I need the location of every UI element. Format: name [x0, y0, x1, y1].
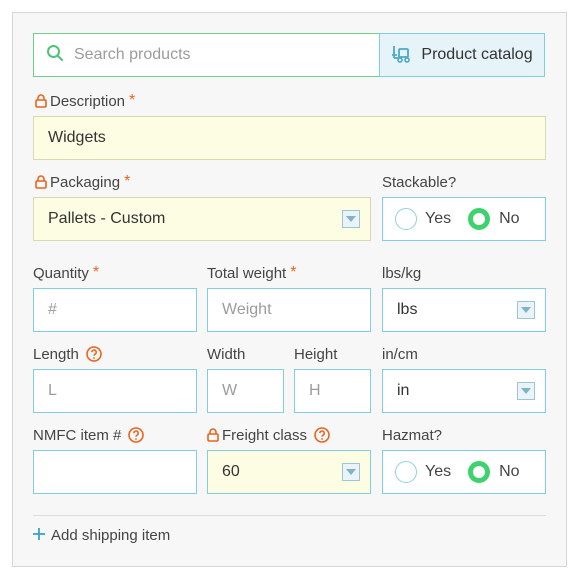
- freight-class-value: 60: [222, 463, 240, 480]
- plus-icon: [33, 527, 45, 544]
- stackable-no-label: No: [499, 210, 520, 227]
- search-products-field[interactable]: Search products: [33, 33, 380, 77]
- required-marker: *: [290, 264, 297, 281]
- height-field[interactable]: H: [294, 369, 371, 413]
- freight-class-select[interactable]: 60: [207, 450, 371, 494]
- height-input[interactable]: H: [309, 382, 321, 400]
- product-catalog-label: Product catalog: [421, 46, 533, 63]
- description-value: Widgets: [48, 129, 106, 146]
- quantity-field[interactable]: #: [33, 288, 197, 332]
- dim-unit-value: in: [397, 382, 410, 399]
- hazmat-radio-group: Yes No: [382, 450, 546, 494]
- add-shipping-item-button[interactable]: Add shipping item: [33, 527, 170, 544]
- description-field[interactable]: Widgets: [33, 116, 546, 160]
- hazmat-label: Hazmat?: [382, 426, 443, 444]
- chevron-down-icon: [517, 301, 535, 319]
- chevron-down-icon: [342, 210, 360, 228]
- freight-class-label: Freight class: [207, 426, 330, 444]
- help-icon[interactable]: [128, 427, 145, 443]
- help-icon[interactable]: [314, 427, 330, 443]
- search-input[interactable]: Search products: [74, 46, 191, 64]
- required-marker: *: [92, 264, 100, 281]
- shipping-item-panel: Search products Product catalog Descript…: [12, 12, 567, 567]
- length-label: Length: [33, 345, 102, 363]
- weight-unit-select[interactable]: lbs: [382, 288, 546, 332]
- total-weight-input[interactable]: Weight: [222, 301, 272, 319]
- description-label: Description *: [35, 92, 135, 110]
- add-shipping-item-label: Add shipping item: [51, 527, 171, 544]
- nmfc-field[interactable]: [33, 450, 197, 494]
- hazmat-yes-radio[interactable]: [395, 461, 417, 483]
- product-catalog-button[interactable]: Product catalog: [379, 33, 545, 77]
- length-field[interactable]: L: [33, 369, 197, 413]
- weight-unit-value: lbs: [397, 301, 418, 318]
- stackable-no-radio[interactable]: [468, 208, 491, 230]
- weight-unit-label: lbs/kg: [382, 264, 422, 282]
- packaging-value: Pallets - Custom: [48, 210, 166, 227]
- dim-unit-select[interactable]: in: [382, 369, 546, 413]
- chevron-down-icon: [517, 382, 535, 400]
- width-label: Width: [207, 345, 246, 363]
- hazmat-no-radio[interactable]: [468, 461, 491, 483]
- quantity-input[interactable]: #: [48, 301, 57, 319]
- divider: [33, 515, 546, 516]
- width-field[interactable]: W: [207, 369, 284, 413]
- packaging-label: Packaging *: [35, 173, 130, 191]
- nmfc-label: NMFC item #: [33, 426, 145, 444]
- stackable-radio-group: Yes No: [382, 197, 546, 241]
- dim-unit-label: in/cm: [382, 345, 418, 363]
- height-label: Height: [294, 345, 338, 363]
- total-weight-label: Total weight *: [207, 264, 297, 282]
- stackable-yes-label: Yes: [425, 210, 452, 227]
- width-input[interactable]: W: [222, 382, 237, 400]
- chevron-down-icon: [342, 463, 360, 481]
- total-weight-field[interactable]: Weight: [207, 288, 371, 332]
- hazmat-no-label: No: [499, 463, 520, 480]
- search-icon: [46, 44, 64, 67]
- stackable-yes-radio[interactable]: [395, 208, 417, 230]
- length-input[interactable]: L: [48, 382, 57, 400]
- stackable-label: Stackable?: [382, 173, 457, 191]
- help-icon[interactable]: [86, 346, 102, 362]
- lock-icon: [35, 94, 47, 108]
- forklift-icon: [391, 43, 413, 68]
- packaging-select[interactable]: Pallets - Custom: [33, 197, 371, 241]
- required-marker: *: [124, 173, 131, 190]
- lock-icon: [35, 175, 47, 189]
- quantity-label: Quantity *: [33, 264, 100, 282]
- hazmat-yes-label: Yes: [425, 463, 452, 480]
- required-marker: *: [129, 92, 136, 109]
- lock-icon: [207, 428, 219, 442]
